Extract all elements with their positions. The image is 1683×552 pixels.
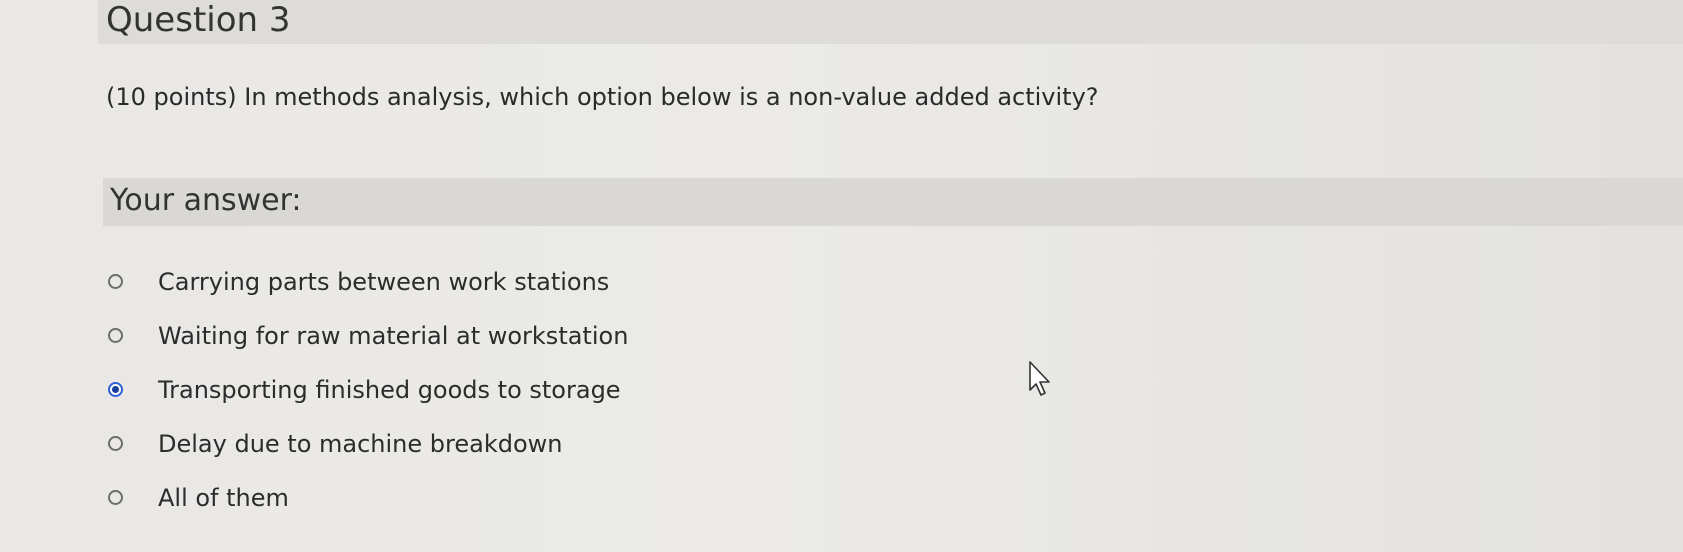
answer-option-label: Delay due to machine breakdown <box>158 430 563 458</box>
answer-option-label: Waiting for raw material at workstation <box>158 322 629 350</box>
question-prompt: (10 points) In methods analysis, which o… <box>106 83 1099 111</box>
radio-unchecked-icon[interactable] <box>108 490 123 505</box>
answer-option-label: Transporting finished goods to storage <box>158 376 621 404</box>
answer-option-label: Carrying parts between work stations <box>158 268 610 296</box>
question-header-band <box>98 0 1683 44</box>
mouse-pointer-icon <box>1029 361 1050 396</box>
quiz-page: Question 3 (10 points) In methods analys… <box>0 0 1683 552</box>
radio-unchecked-icon[interactable] <box>108 328 123 343</box>
answer-option-carrying-parts[interactable]: Carrying parts between work stations <box>108 266 668 302</box>
answer-header-band <box>103 178 1683 226</box>
answer-option-waiting-raw-material[interactable]: Waiting for raw material at workstation <box>108 320 668 356</box>
answer-option-label: All of them <box>158 484 289 512</box>
radio-unchecked-icon[interactable] <box>108 274 123 289</box>
answer-option-all-of-them[interactable]: All of them <box>108 482 668 518</box>
answer-option-delay-breakdown[interactable]: Delay due to machine breakdown <box>108 428 668 464</box>
question-title: Question 3 <box>106 0 291 40</box>
answer-option-transporting-goods[interactable]: Transporting finished goods to storage <box>108 374 668 410</box>
radio-checked-icon[interactable] <box>108 382 123 397</box>
answer-heading: Your answer: <box>110 183 302 218</box>
radio-unchecked-icon[interactable] <box>108 436 123 451</box>
